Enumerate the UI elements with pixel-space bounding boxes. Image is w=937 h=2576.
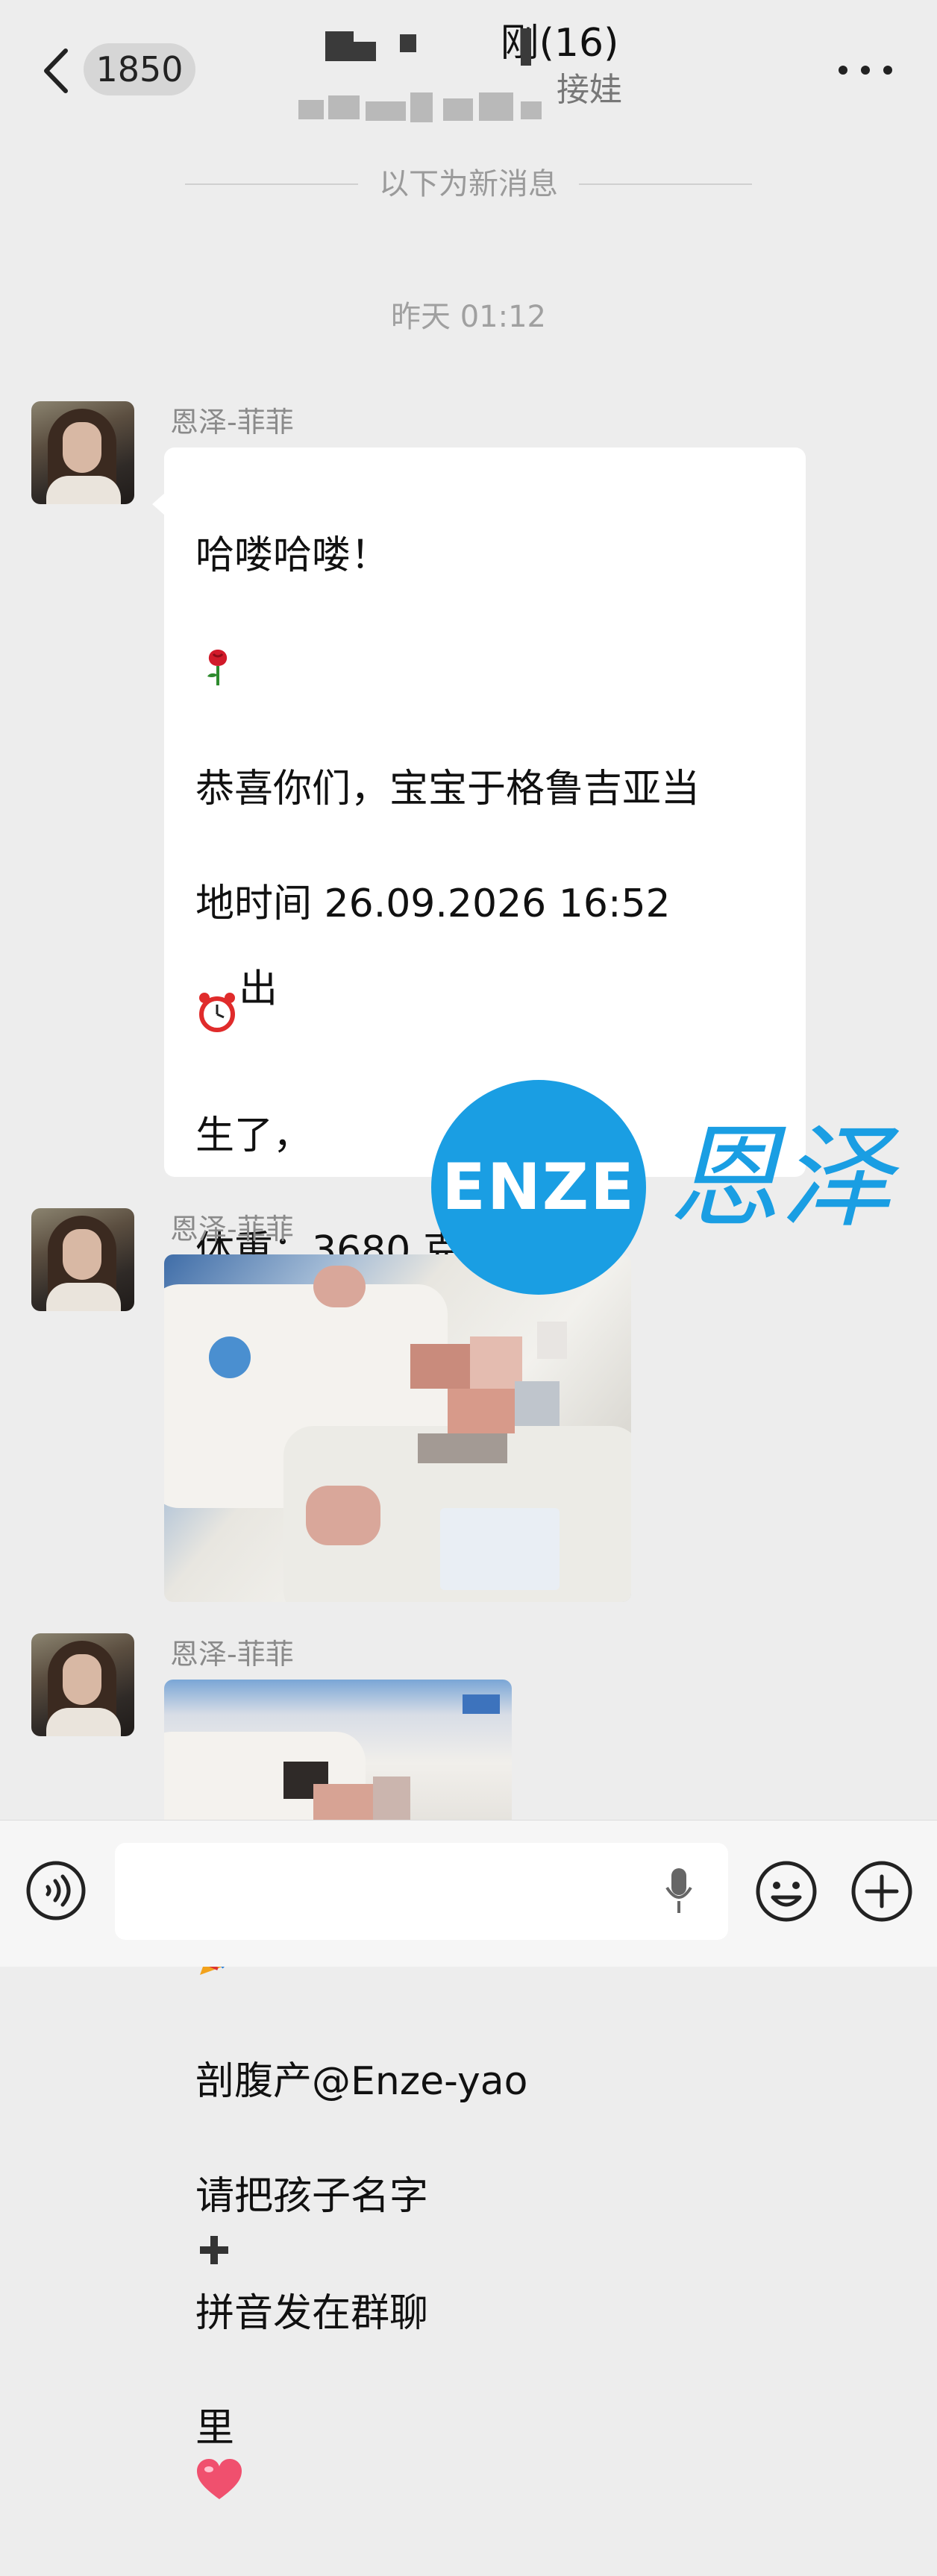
title-mosaic: [400, 34, 416, 52]
more-options-icon[interactable]: [836, 60, 895, 82]
voice-icon[interactable]: [25, 1860, 87, 1921]
subtitle-mosaic: [410, 92, 433, 122]
avatar[interactable]: [31, 1633, 134, 1736]
rose-icon: [195, 585, 240, 703]
message-input[interactable]: [115, 1843, 728, 1940]
message-line: 地时间 26.09.2026 16:52: [195, 882, 671, 926]
subtitle-mosaic: [479, 92, 513, 121]
chat-title-area[interactable]: 刚(16) 接娃: [283, 18, 671, 122]
subtitle-mosaic: [521, 101, 542, 119]
subtitle-mosaic: [328, 95, 360, 119]
chat-title: 刚(16): [500, 21, 619, 66]
message-line: 拼音发在群聊: [195, 2290, 429, 2336]
sender-name: 恩泽-菲菲: [170, 1638, 294, 1671]
subtitle-mosaic: [366, 101, 406, 121]
chat-subtitle: 接娃: [557, 71, 622, 109]
microphone-icon[interactable]: [664, 1865, 694, 1917]
message-bubble[interactable]: 哈喽哈喽！ 恭喜你们，宝宝于格鲁吉亚当 地时间 26.09.2026 16:52…: [152, 447, 806, 2499]
avatar[interactable]: [31, 1208, 134, 1311]
enze-logo: ENZE: [431, 1080, 646, 1295]
enze-brand-text: 恩泽: [668, 1113, 893, 1243]
new-messages-divider: 以下为新消息: [185, 160, 752, 208]
subtitle-mosaic: [443, 98, 473, 121]
title-mosaic: [325, 31, 354, 61]
alarm-clock-icon: [195, 933, 239, 1050]
message-line: 剖腹产@Enze-yao: [195, 2059, 528, 2104]
unread-count-badge[interactable]: 1850: [84, 43, 195, 95]
subtitle-mosaic: [298, 100, 324, 119]
message-line: 出: [239, 967, 278, 1012]
message-timestamp: 昨天 01:12: [391, 300, 546, 334]
message-line: 恭喜你们，宝宝于格鲁吉亚当: [195, 767, 701, 811]
heart-icon: [195, 2457, 243, 2519]
message-line: 哈喽哈喽！: [195, 533, 390, 578]
sender-name: 恩泽-菲菲: [170, 1213, 294, 1245]
avatar[interactable]: [31, 401, 134, 504]
sender-name: 恩泽-菲菲: [170, 406, 294, 439]
photo-message[interactable]: [164, 1254, 631, 1602]
emoji-icon[interactable]: [755, 1860, 818, 1923]
plus-icon: [195, 2228, 233, 2285]
message-line: 里: [195, 2405, 235, 2451]
photo-message[interactable]: [164, 1680, 512, 1820]
input-bar: [0, 1820, 937, 1967]
title-mosaic: [354, 42, 376, 61]
message-line: 请把孩子名字: [195, 2174, 429, 2219]
title-mosaic: [521, 28, 531, 66]
chat-header: 1850 刚(16) 接娃: [0, 0, 937, 131]
back-icon[interactable]: [37, 45, 75, 97]
plus-icon[interactable]: [850, 1860, 913, 1923]
new-messages-label: 以下为新消息: [379, 167, 558, 201]
